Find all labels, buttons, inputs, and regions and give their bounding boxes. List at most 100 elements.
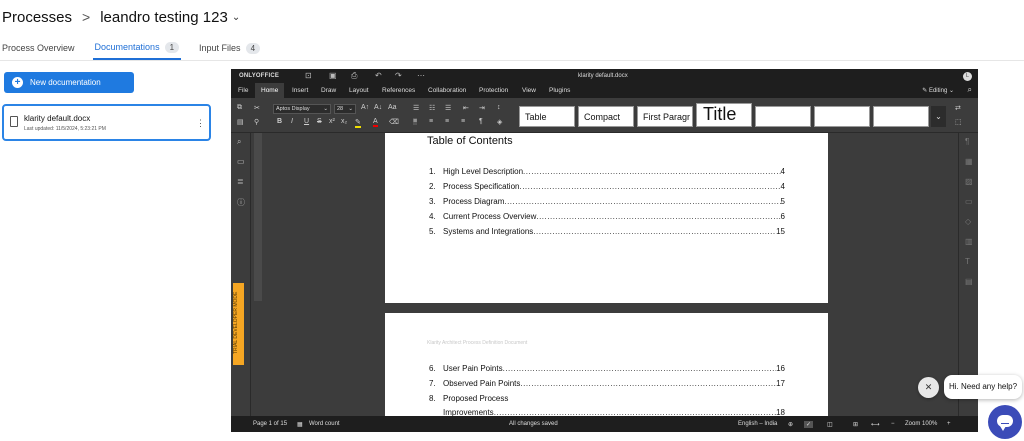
decrease-font-icon[interactable]: A↓ — [374, 104, 382, 111]
undo-icon[interactable]: ↶ — [375, 71, 382, 80]
chevron-down-icon[interactable]: ⌄ — [232, 12, 240, 23]
style-table[interactable]: Table — [519, 106, 575, 127]
fit-page-icon[interactable]: ⊞ — [853, 421, 858, 428]
menu-file[interactable]: File — [238, 87, 248, 94]
paragraph-settings-icon[interactable]: ¶ — [965, 137, 969, 146]
menu-references[interactable]: References — [382, 87, 415, 94]
toc-entry[interactable]: 2. Process Specification.................… — [429, 182, 785, 191]
replace-icon[interactable]: ⇄ — [955, 104, 961, 112]
zoom-in-icon[interactable]: + — [947, 421, 951, 427]
bullet-list-icon[interactable]: ☰ — [413, 104, 419, 112]
word-count-button[interactable]: Word count — [309, 421, 340, 427]
textart-settings-icon[interactable]: T — [965, 257, 970, 266]
chevron-down-icon[interactable]: ⌄ — [931, 106, 946, 127]
multilevel-list-icon[interactable]: ☰ — [445, 104, 451, 112]
format-painter-icon[interactable]: ⚲ — [254, 118, 259, 126]
numbered-list-icon[interactable]: ☷ — [429, 104, 435, 112]
toc-entry[interactable]: 7. Observed Pain Points..................… — [429, 379, 785, 388]
zoom-out-icon[interactable]: − — [891, 421, 895, 427]
align-right-icon[interactable]: ≡ — [445, 118, 449, 125]
info-icon[interactable]: ⓘ — [237, 197, 245, 208]
tab-input-files[interactable]: Input Files 4 — [197, 36, 262, 60]
toc-entry[interactable]: 8. Proposed Process — [429, 394, 785, 403]
fit-width-icon[interactable]: ⟷ — [871, 421, 880, 428]
increase-indent-icon[interactable]: ⇥ — [479, 104, 485, 112]
toc-entry[interactable]: 6. User Pain Points......................… — [429, 364, 785, 373]
process-name[interactable]: leandro testing 123 — [100, 9, 228, 26]
menu-view[interactable]: View — [522, 87, 536, 94]
shading-icon[interactable]: ◈ — [497, 118, 502, 126]
menu-draw[interactable]: Draw — [321, 87, 336, 94]
menu-home[interactable]: Home — [255, 83, 285, 98]
cut-icon[interactable]: ✂ — [254, 104, 260, 112]
toc-entry[interactable]: 3. Process Diagram.......................… — [429, 197, 785, 206]
search-icon[interactable]: ⌕ — [968, 85, 972, 95]
select-all-icon[interactable]: ⬚ — [955, 118, 962, 126]
menu-insert[interactable]: Insert — [292, 87, 308, 94]
increase-font-icon[interactable]: A↑ — [361, 104, 369, 111]
close-icon[interactable]: ✕ — [918, 377, 939, 398]
toc-entry[interactable]: 5. Systems and Integrations..............… — [429, 227, 785, 236]
paste-icon[interactable]: ▤ — [237, 118, 244, 126]
menu-collaboration[interactable]: Collaboration — [428, 87, 466, 94]
justify-icon[interactable]: ≡ — [461, 118, 465, 125]
track-changes-icon[interactable]: ◫ — [827, 421, 833, 428]
menu-protection[interactable]: Protection — [479, 87, 508, 94]
style-first-paragraph[interactable]: First Paragr — [637, 106, 693, 127]
line-spacing-icon[interactable]: ↕ — [497, 104, 501, 111]
search-icon[interactable]: ⌕ — [237, 137, 241, 147]
document-canvas[interactable]: Table of Contents 1. High Level Descripti… — [262, 133, 958, 416]
chat-launcher-button[interactable] — [988, 405, 1022, 439]
redo-icon[interactable]: ↷ — [395, 71, 402, 80]
shape-settings-icon[interactable]: ◇ — [965, 217, 971, 226]
menu-layout[interactable]: Layout — [349, 87, 369, 94]
toc-entry[interactable]: 1. High Level Description................… — [429, 167, 785, 176]
align-center-icon[interactable]: ≡ — [429, 118, 433, 125]
toc-entry[interactable]: Improvements............................… — [429, 408, 785, 416]
bold-icon[interactable]: B — [277, 118, 282, 125]
font-color-icon[interactable]: A — [373, 118, 378, 127]
highlight-icon[interactable]: ✎ — [355, 118, 361, 128]
font-family-select[interactable]: Aptos Display ⌄ — [273, 104, 331, 114]
align-left-icon[interactable]: ≡ — [413, 118, 418, 125]
page-indicator[interactable]: Page 1 of 15 — [253, 421, 287, 427]
print-icon[interactable]: ⎙ — [351, 71, 357, 81]
language-select[interactable]: English – India — [738, 421, 777, 427]
decrease-indent-icon[interactable]: ⇤ — [463, 104, 469, 112]
breadcrumb-processes[interactable]: Processes — [2, 9, 72, 26]
copy-icon[interactable]: ⧉ — [237, 104, 242, 112]
chat-prompt[interactable]: Hi. Need any help? — [944, 375, 1022, 399]
more-options-icon[interactable]: ⋮ — [196, 118, 205, 129]
chart-settings-icon[interactable]: ▥ — [965, 237, 973, 246]
tab-documentations[interactable]: Documentations 1 — [92, 36, 182, 60]
header-footer-icon[interactable]: ▭ — [965, 197, 973, 206]
subscript-icon[interactable]: x₂ — [341, 118, 347, 125]
toc-entry[interactable]: 4. Current Process Overview..............… — [429, 212, 785, 221]
document-card[interactable]: klarity default.docx Last updated: 11/5/… — [2, 104, 211, 141]
more-icon[interactable]: ⋯ — [417, 71, 425, 80]
form-settings-icon[interactable]: ▤ — [965, 277, 973, 286]
navigation-icon[interactable]: ≣ — [237, 177, 244, 186]
style-blank[interactable] — [814, 106, 870, 127]
paragraph-marks-icon[interactable]: ¶ — [479, 118, 483, 125]
font-size-select[interactable]: 28 ⌄ — [334, 104, 356, 114]
menu-plugins[interactable]: Plugins — [549, 87, 570, 94]
style-title[interactable]: Title — [696, 103, 752, 127]
style-blank[interactable] — [873, 106, 929, 127]
clear-style-icon[interactable]: ⌫ — [389, 118, 399, 126]
strikethrough-icon[interactable]: S — [317, 118, 322, 125]
change-case-icon[interactable]: Aa — [388, 104, 397, 111]
italic-icon[interactable]: I — [291, 118, 293, 125]
style-compact[interactable]: Compact — [578, 106, 634, 127]
zoom-level[interactable]: Zoom 100% — [905, 421, 937, 427]
underline-icon[interactable]: U — [304, 118, 309, 125]
spellcheck-icon[interactable]: ✓ — [804, 421, 814, 428]
expand-icon[interactable]: ⊡ — [305, 71, 312, 80]
comments-icon[interactable]: ▭ — [237, 157, 245, 166]
image-settings-icon[interactable]: ▨ — [965, 177, 973, 186]
tab-process-overview[interactable]: Process Overview — [0, 36, 77, 60]
globe-icon[interactable]: ⊕ — [788, 421, 793, 428]
table-settings-icon[interactable]: ▦ — [965, 157, 973, 166]
editing-mode-dropdown[interactable]: ✎ Editing ⌄ — [922, 87, 954, 94]
superscript-icon[interactable]: x² — [329, 118, 335, 125]
